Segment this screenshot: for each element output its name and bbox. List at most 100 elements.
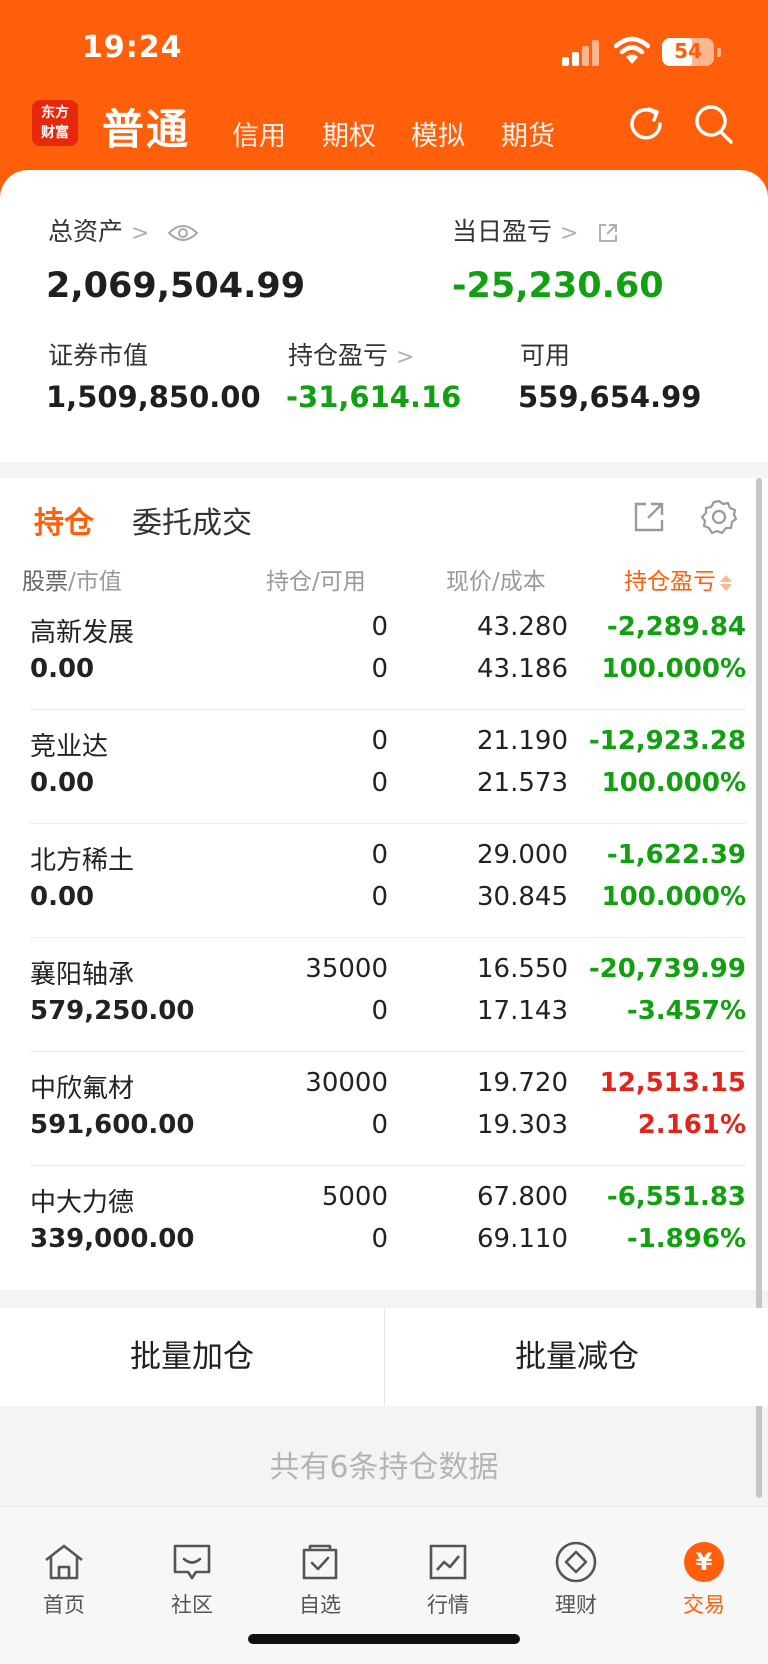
tab-simulation[interactable]: 模拟 bbox=[411, 114, 465, 153]
bottom-tab-home[interactable]: 首页 bbox=[0, 1539, 128, 1619]
daily-pl-value: -25,230.60 bbox=[452, 266, 664, 306]
stock-market-value: 0.00 bbox=[30, 654, 95, 684]
stock-name: 中欣氟材 bbox=[30, 1074, 135, 1104]
bag-check-icon bbox=[302, 1544, 338, 1580]
available-label: 可用 bbox=[520, 341, 571, 370]
chevron-right-icon: > bbox=[560, 221, 579, 246]
position-pl: -2,289.84 bbox=[606, 612, 746, 642]
cost-price: 69.110 bbox=[477, 1224, 568, 1254]
available-value: 559,654.99 bbox=[518, 380, 702, 414]
position-qty: 0 bbox=[371, 840, 388, 870]
header-stock-marketvalue: 股票/市值 bbox=[22, 569, 122, 595]
tab-options[interactable]: 期权 bbox=[322, 114, 376, 153]
refresh-icon[interactable] bbox=[624, 102, 668, 146]
logo-text-line2: 财富 bbox=[41, 125, 69, 141]
stock-name: 中大力德 bbox=[30, 1188, 135, 1218]
batch-reduce-button[interactable]: 批量减仓 bbox=[385, 1308, 768, 1406]
header-pl: 持仓盈亏 bbox=[624, 569, 716, 595]
stock-market-value: 579,250.00 bbox=[30, 996, 195, 1026]
sort-icon bbox=[720, 574, 732, 591]
external-link-icon[interactable] bbox=[596, 221, 620, 245]
eye-icon[interactable] bbox=[167, 223, 199, 243]
position-pl-percent: -3.457% bbox=[626, 996, 746, 1026]
holdings-panel: 持仓 委托成交 股票/市值 持仓/可用 现价/成本 持仓盈亏 高新发展 0.00 0… bbox=[0, 478, 768, 1290]
bottom-tab-community[interactable]: 社区 bbox=[128, 1539, 256, 1619]
header-pl-sort[interactable]: 持仓盈亏 bbox=[624, 562, 732, 596]
position-pl: -1,622.39 bbox=[606, 840, 746, 870]
settings-gear-icon[interactable] bbox=[700, 498, 738, 536]
available-qty: 0 bbox=[371, 882, 388, 912]
stock-market-value: 0.00 bbox=[30, 768, 95, 798]
bottom-tab-label: 行情 bbox=[427, 1593, 469, 1617]
position-pl-label: 持仓盈亏 bbox=[288, 341, 389, 370]
position-qty: 0 bbox=[371, 726, 388, 756]
stock-name: 高新发展 bbox=[30, 618, 135, 648]
cost-price: 21.573 bbox=[477, 768, 568, 798]
app-logo[interactable]: 东方 财富 bbox=[32, 100, 78, 146]
account-summary-card: 总资产 > 2,069,504.99 当日盈亏 > -25,230.60 证券市值 … bbox=[0, 170, 768, 462]
current-price: 16.550 bbox=[477, 954, 568, 984]
header-position: 持仓 bbox=[266, 569, 312, 595]
stock-market-value: 339,000.00 bbox=[30, 1224, 195, 1254]
bottom-tab-wealth[interactable]: 理财 bbox=[512, 1539, 640, 1619]
table-row[interactable]: 襄阳轴承 579,250.00 35000 0 16.550 17.143 -20,739.… bbox=[0, 938, 768, 1052]
tab-credit[interactable]: 信用 bbox=[232, 114, 286, 153]
wifi-icon bbox=[614, 36, 650, 64]
table-row[interactable]: 中欣氟材 591,600.00 30000 0 19.720 19.303 12,513.1… bbox=[0, 1052, 768, 1166]
tab-orders-trades[interactable]: 委托成交 bbox=[132, 498, 252, 542]
stock-name: 北方稀土 bbox=[30, 846, 135, 876]
position-qty: 0 bbox=[371, 612, 388, 642]
tab-futures[interactable]: 期货 bbox=[501, 114, 555, 153]
bottom-tab-market[interactable]: 行情 bbox=[384, 1539, 512, 1619]
current-price: 29.000 bbox=[477, 840, 568, 870]
batch-add-button[interactable]: 批量加仓 bbox=[0, 1308, 384, 1406]
home-indicator bbox=[248, 1634, 520, 1644]
bottom-tab-label: 自选 bbox=[299, 1593, 341, 1617]
header-market-value: 市值 bbox=[75, 569, 122, 595]
position-pl-label-row[interactable]: 持仓盈亏 > bbox=[288, 336, 414, 372]
current-price: 21.190 bbox=[477, 726, 568, 756]
battery-level: 54 bbox=[674, 39, 702, 63]
status-time: 19:24 bbox=[82, 30, 183, 65]
tab-positions[interactable]: 持仓 bbox=[34, 498, 94, 542]
total-assets-label: 总资产 bbox=[48, 217, 124, 246]
header-position-available: 持仓/可用 bbox=[266, 569, 366, 595]
position-pl-value: -31,614.16 bbox=[286, 380, 462, 414]
position-pl: -12,923.28 bbox=[588, 726, 746, 756]
position-pl: -6,551.83 bbox=[606, 1182, 746, 1212]
current-price: 19.720 bbox=[477, 1068, 568, 1098]
position-qty: 5000 bbox=[321, 1182, 388, 1212]
table-row[interactable]: 北方稀土 0.00 0 0 29.000 30.845 -1,622.39 100.000% bbox=[0, 824, 768, 938]
bottom-tab-watchlist[interactable]: 自选 bbox=[256, 1539, 384, 1619]
tab-normal[interactable]: 普通 bbox=[102, 96, 190, 157]
cost-price: 30.845 bbox=[477, 882, 568, 912]
share-icon[interactable] bbox=[632, 500, 666, 534]
search-icon[interactable] bbox=[692, 102, 736, 146]
bottom-tab-trade[interactable]: ¥ 交易 bbox=[640, 1539, 768, 1619]
bottom-tab-label: 交易 bbox=[683, 1593, 725, 1617]
table-row[interactable]: 竞业达 0.00 0 0 21.190 21.573 -12,923.28 100.000% bbox=[0, 710, 768, 824]
position-pl-percent: 100.000% bbox=[601, 882, 746, 912]
table-row[interactable]: 高新发展 0.00 0 0 43.280 43.186 -2,289.84 100.000% bbox=[0, 596, 768, 710]
available-qty: 0 bbox=[371, 1110, 388, 1140]
position-pl-percent: -1.896% bbox=[626, 1224, 746, 1254]
available-qty: 0 bbox=[371, 768, 388, 798]
daily-pl-label: 当日盈亏 bbox=[452, 217, 553, 246]
chat-bubble-icon bbox=[173, 1544, 211, 1580]
stock-name: 竞业达 bbox=[30, 732, 109, 762]
holdings-count: 共有6条持仓数据 bbox=[269, 1450, 499, 1485]
daily-pl-label-row[interactable]: 当日盈亏 > bbox=[452, 212, 620, 248]
stock-name: 襄阳轴承 bbox=[30, 960, 135, 990]
cost-price: 17.143 bbox=[477, 996, 568, 1026]
total-assets-value: 2,069,504.99 bbox=[46, 266, 306, 306]
yuan-icon: ¥ bbox=[684, 1542, 724, 1582]
total-assets-label-row[interactable]: 总资产 > bbox=[48, 212, 199, 248]
position-pl-percent: 100.000% bbox=[601, 768, 746, 798]
position-qty: 30000 bbox=[305, 1068, 388, 1098]
table-row[interactable]: 中大力德 339,000.00 5000 0 67.800 69.110 -6,551.83… bbox=[0, 1166, 768, 1280]
cost-price: 43.186 bbox=[477, 654, 568, 684]
header-price-cost: 现价/成本 bbox=[446, 569, 546, 595]
market-value-label: 证券市值 bbox=[48, 341, 149, 370]
battery-icon: 54 bbox=[662, 38, 721, 66]
cellular-signal-icon bbox=[562, 40, 602, 66]
